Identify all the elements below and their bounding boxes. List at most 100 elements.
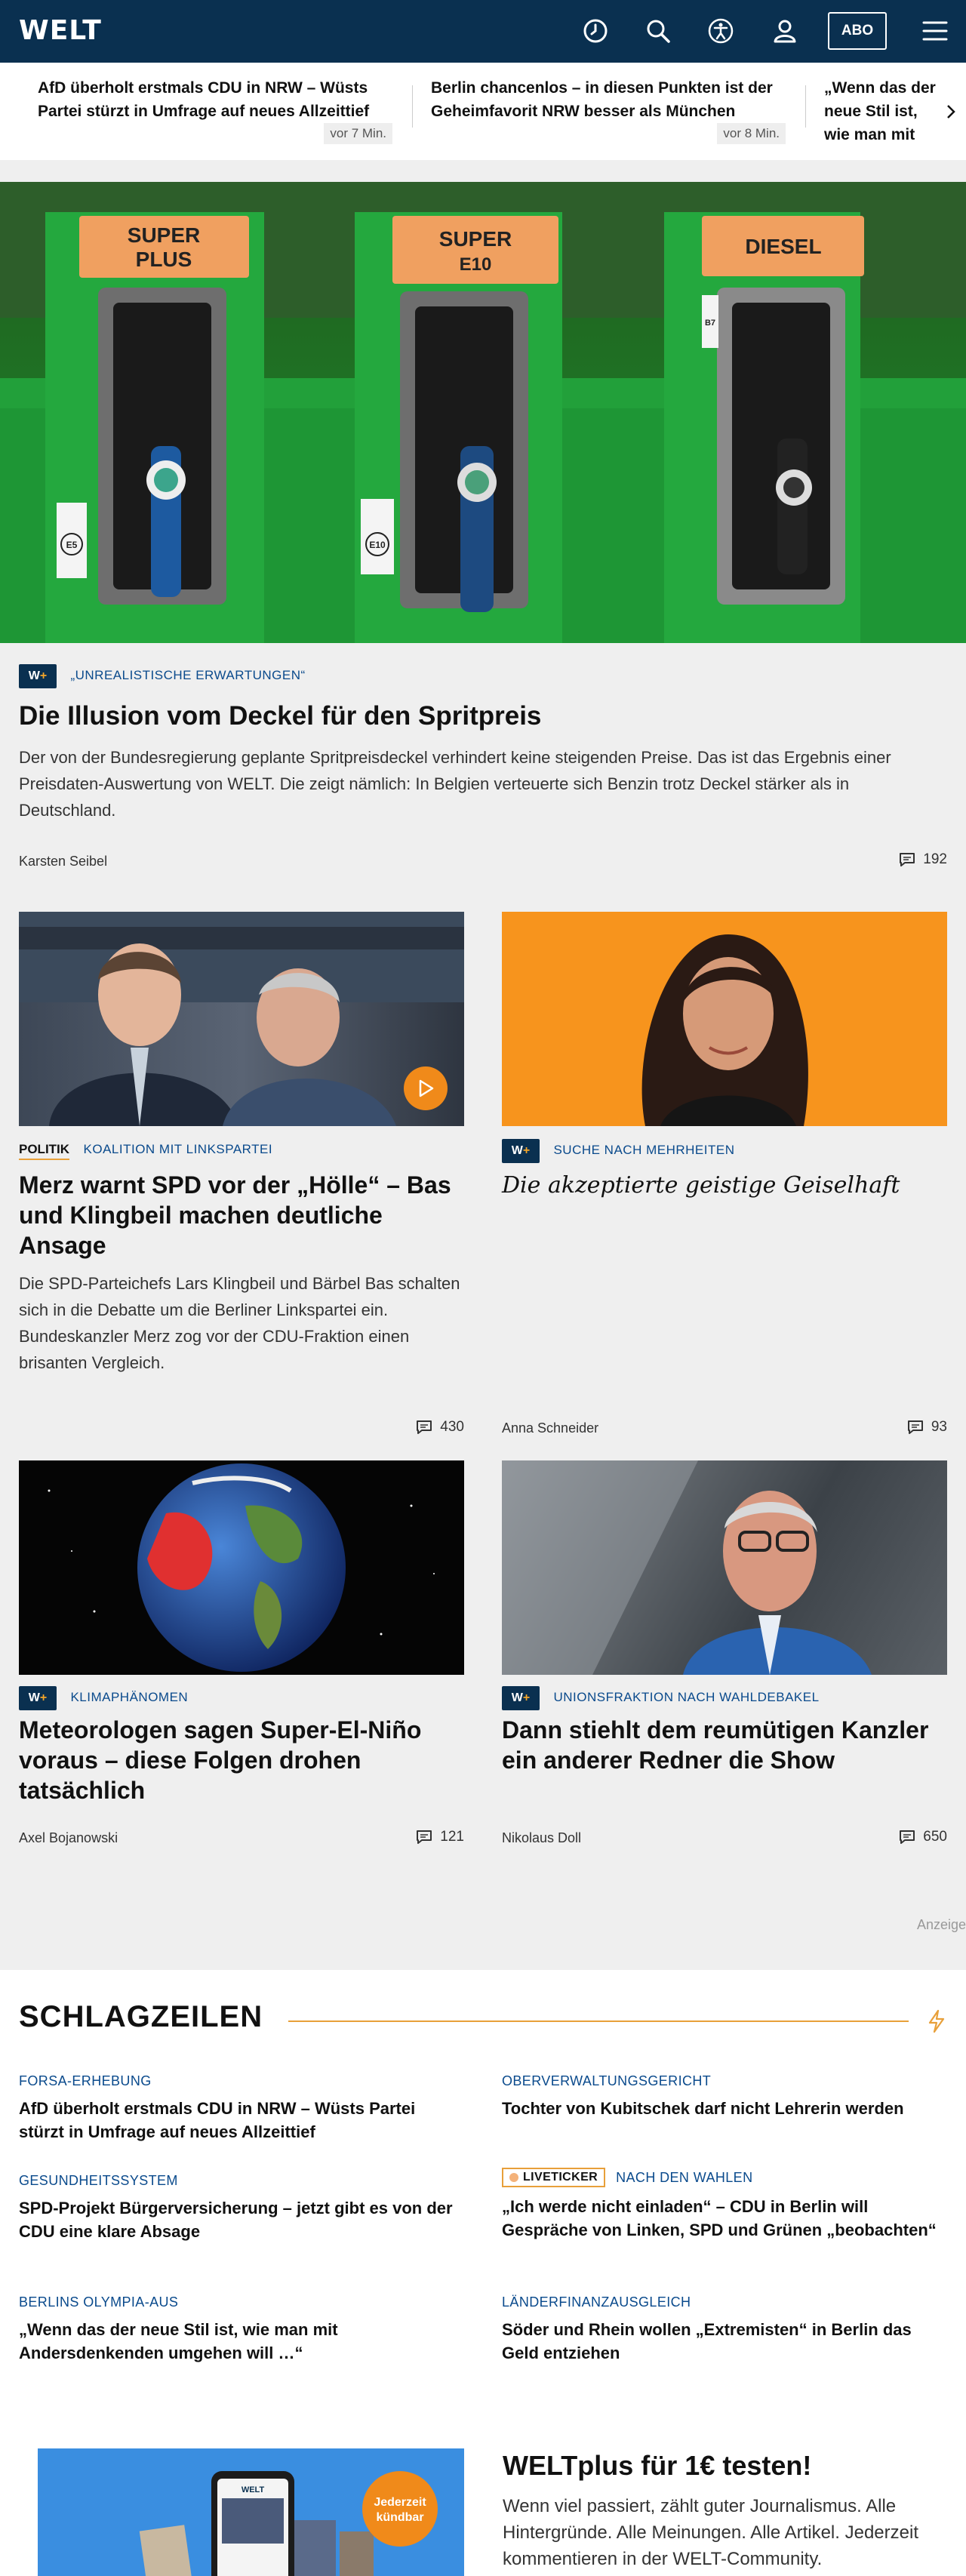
promo-title[interactable]: WELTplus für 1€ testen! xyxy=(503,2450,811,2482)
headline-item[interactable]: FORSA-ERHEBUNG AfD überholt erstmals CDU… xyxy=(19,2073,464,2144)
article-kicker: KOALITION MIT LINKSPARTEI xyxy=(83,1142,273,1156)
hero-headline[interactable]: Die Illusion vom Deckel für den Spritpre… xyxy=(19,700,924,732)
ad-label: Anzeige xyxy=(916,1917,966,1932)
pump-label: SUPER xyxy=(439,227,512,251)
pump-label-line2: PLUS xyxy=(136,248,192,271)
hero-comments[interactable]: 192 xyxy=(899,851,947,868)
article-comments[interactable]: 93 xyxy=(907,1419,947,1436)
ticker-divider xyxy=(412,85,413,128)
weltplus-badge: W + xyxy=(502,1139,540,1163)
headline-title[interactable]: SPD-Projekt Bürgerversicherung – jetzt g… xyxy=(19,2196,464,2243)
article-author[interactable]: Anna Schneider xyxy=(502,1420,598,1436)
article-image-earth[interactable] xyxy=(19,1460,464,1675)
headline-kicker: FORSA-ERHEBUNG xyxy=(19,2073,152,2088)
fuel-badge: E10 xyxy=(369,540,386,550)
pump-label: PLUS xyxy=(136,248,192,271)
hero-lede: Der von der Bundesregierung geplante Spr… xyxy=(19,748,891,820)
article-lede: Die SPD-Parteichefs Lars Klingbeil und B… xyxy=(19,1274,460,1372)
user-icon[interactable] xyxy=(769,15,801,47)
comment-count: 192 xyxy=(923,851,947,867)
lightning-icon xyxy=(927,2009,946,2037)
hero-author[interactable]: Karsten Seibel xyxy=(19,854,107,869)
fuel-badge: E5 xyxy=(66,540,78,550)
pump-label: SUPER xyxy=(128,223,200,247)
weltplus-badge: W + xyxy=(19,664,57,688)
headline-title[interactable]: Tochter von Kubitschek darf nicht Lehrer… xyxy=(502,2097,947,2120)
clock-icon[interactable] xyxy=(580,15,611,47)
chancellor-photo xyxy=(502,1460,872,1675)
article-comments[interactable]: 650 xyxy=(899,1829,947,1845)
phone-logo: WELT xyxy=(242,2485,265,2494)
search-icon[interactable] xyxy=(642,15,674,47)
article-headline[interactable]: Dann stiehlt dem reumütigen Kanzler ein … xyxy=(502,1715,955,1775)
liveticker-badge: LIVETICKER xyxy=(502,2168,606,2187)
article-comments[interactable]: 430 xyxy=(416,1419,464,1436)
headline-item[interactable]: OBERVERWALTUNGSGERICHT Tochter von Kubit… xyxy=(502,2073,947,2120)
headline-item[interactable]: BERLINS OLYMPIA-AUS „Wenn das der neue S… xyxy=(19,2294,464,2365)
article-kicker: UNIONSFRAKTION NACH WAHLDEBAKEL xyxy=(553,1690,820,1705)
article-comments[interactable]: 121 xyxy=(416,1829,464,1845)
ticker-time: vor 8 Min. xyxy=(717,123,786,144)
pump-label: DIESEL xyxy=(745,235,821,258)
hero-image[interactable]: SUPER PLUS E5 SUPER E10 E10 DIESEL B7 xyxy=(0,182,966,643)
article-kicker: KLIMAPHÄNOMEN xyxy=(70,1690,189,1705)
promo-badge-text: kündbar xyxy=(376,2511,423,2524)
ticker-divider xyxy=(805,85,806,128)
article-image-chancellor[interactable] xyxy=(502,1460,947,1675)
headline-kicker: BERLINS OLYMPIA-AUS xyxy=(19,2294,179,2310)
comment-icon xyxy=(417,1420,432,1434)
liveticker-label: LIVETICKER xyxy=(523,2171,598,2184)
section-label[interactable]: POLITIK xyxy=(19,1142,70,1160)
headline-item[interactable]: LIVETICKER NACH DEN WAHLEN „Ich werde ni… xyxy=(502,2168,947,2242)
earth-globe-photo xyxy=(48,1463,435,1672)
article-image-portrait[interactable] xyxy=(502,912,947,1126)
comment-icon xyxy=(907,1420,923,1434)
article-author[interactable]: Nikolaus Doll xyxy=(502,1830,581,1846)
chevron-right-icon xyxy=(947,104,955,118)
article-headline[interactable]: Die akzeptierte geistige Geiselhaft xyxy=(502,1171,947,1200)
abo-button[interactable]: ABO xyxy=(828,12,887,50)
hero-kicker: „UNREALISTISCHE ERWARTUNGEN“ xyxy=(70,668,306,683)
welt-logo[interactable]: WELT xyxy=(19,15,102,46)
ticker-title: AfD überholt erstmals CDU in NRW – Wüsts… xyxy=(38,79,370,120)
weltplus-badge-plus: + xyxy=(522,1691,531,1704)
headline-title[interactable]: Söder und Rhein wollen „Extremisten“ in … xyxy=(502,2318,947,2365)
headline-kicker-row: LIVETICKER NACH DEN WAHLEN xyxy=(502,2168,947,2187)
ticker-time: vor 7 Min. xyxy=(324,123,392,144)
article-kicker-row: W + UNIONSFRAKTION NACH WAHLDEBAKEL xyxy=(502,1686,820,1710)
ticker-title: Berlin chancenlos – in diesen Punkten is… xyxy=(431,79,773,120)
article-headline[interactable]: Merz warnt SPD vor der „Hölle“ – Bas und… xyxy=(19,1170,457,1260)
headline-title[interactable]: AfD überholt erstmals CDU in NRW – Wüsts… xyxy=(19,2097,464,2144)
ticker-item[interactable]: Berlin chancenlos – in diesen Punkten is… xyxy=(431,76,786,144)
section-divider xyxy=(288,2020,909,2022)
article-headline[interactable]: Meteorologen sagen Super-El-Niño voraus … xyxy=(19,1715,464,1805)
pump-label-line2: E10 xyxy=(460,254,492,275)
ticker-item[interactable]: „Wenn das der neue Stil ist, wie man mit… xyxy=(824,76,937,144)
article-kicker-row: W + SUCHE NACH MEHRHEITEN xyxy=(502,1139,734,1163)
pump-label-line1: DIESEL xyxy=(745,235,821,258)
weltplus-badge-w: W xyxy=(28,1691,40,1704)
ticker-next-button[interactable] xyxy=(936,63,966,160)
politicians-photo xyxy=(19,912,464,1126)
headline-title[interactable]: „Ich werde nicht einladen“ – CDU in Berl… xyxy=(502,2195,947,2242)
article-kicker-row: W + KLIMAPHÄNOMEN xyxy=(19,1686,188,1710)
top-navigation-bar: WELT ABO xyxy=(0,0,966,63)
menu-icon[interactable] xyxy=(919,15,951,47)
article-kicker: SUCHE NACH MEHRHEITEN xyxy=(553,1143,735,1158)
devices-illustration: WELT Jederzeit kündbar xyxy=(139,2471,438,2576)
weltplus-badge-plus: + xyxy=(39,1691,48,1704)
promo-text: Wenn viel passiert, zählt guter Journali… xyxy=(503,2496,918,2569)
accessibility-icon[interactable] xyxy=(705,15,737,47)
hero-kicker-row: W + „UNREALISTISCHE ERWARTUNGEN“ xyxy=(19,664,306,688)
ticker-item[interactable]: AfD überholt erstmals CDU in NRW – Wüsts… xyxy=(38,76,392,144)
video-play-button[interactable] xyxy=(404,1066,448,1110)
article-author[interactable]: Axel Bojanowski xyxy=(19,1830,118,1846)
headline-item[interactable]: LÄNDERFINANZAUSGLEICH Söder und Rhein wo… xyxy=(502,2294,947,2365)
comment-count: 121 xyxy=(440,1829,464,1845)
headline-item[interactable]: GESUNDHEITSSYSTEM SPD-Projekt Bürgervers… xyxy=(19,2173,464,2243)
article-image-merz[interactable] xyxy=(19,912,464,1126)
pump-label: E10 xyxy=(460,254,492,275)
headline-kicker: LÄNDERFINANZAUSGLEICH xyxy=(502,2294,691,2310)
headline-title[interactable]: „Wenn das der neue Stil ist, wie man mit… xyxy=(19,2318,464,2365)
weltplus-promo-image[interactable]: WELT Jederzeit kündbar xyxy=(38,2448,464,2576)
